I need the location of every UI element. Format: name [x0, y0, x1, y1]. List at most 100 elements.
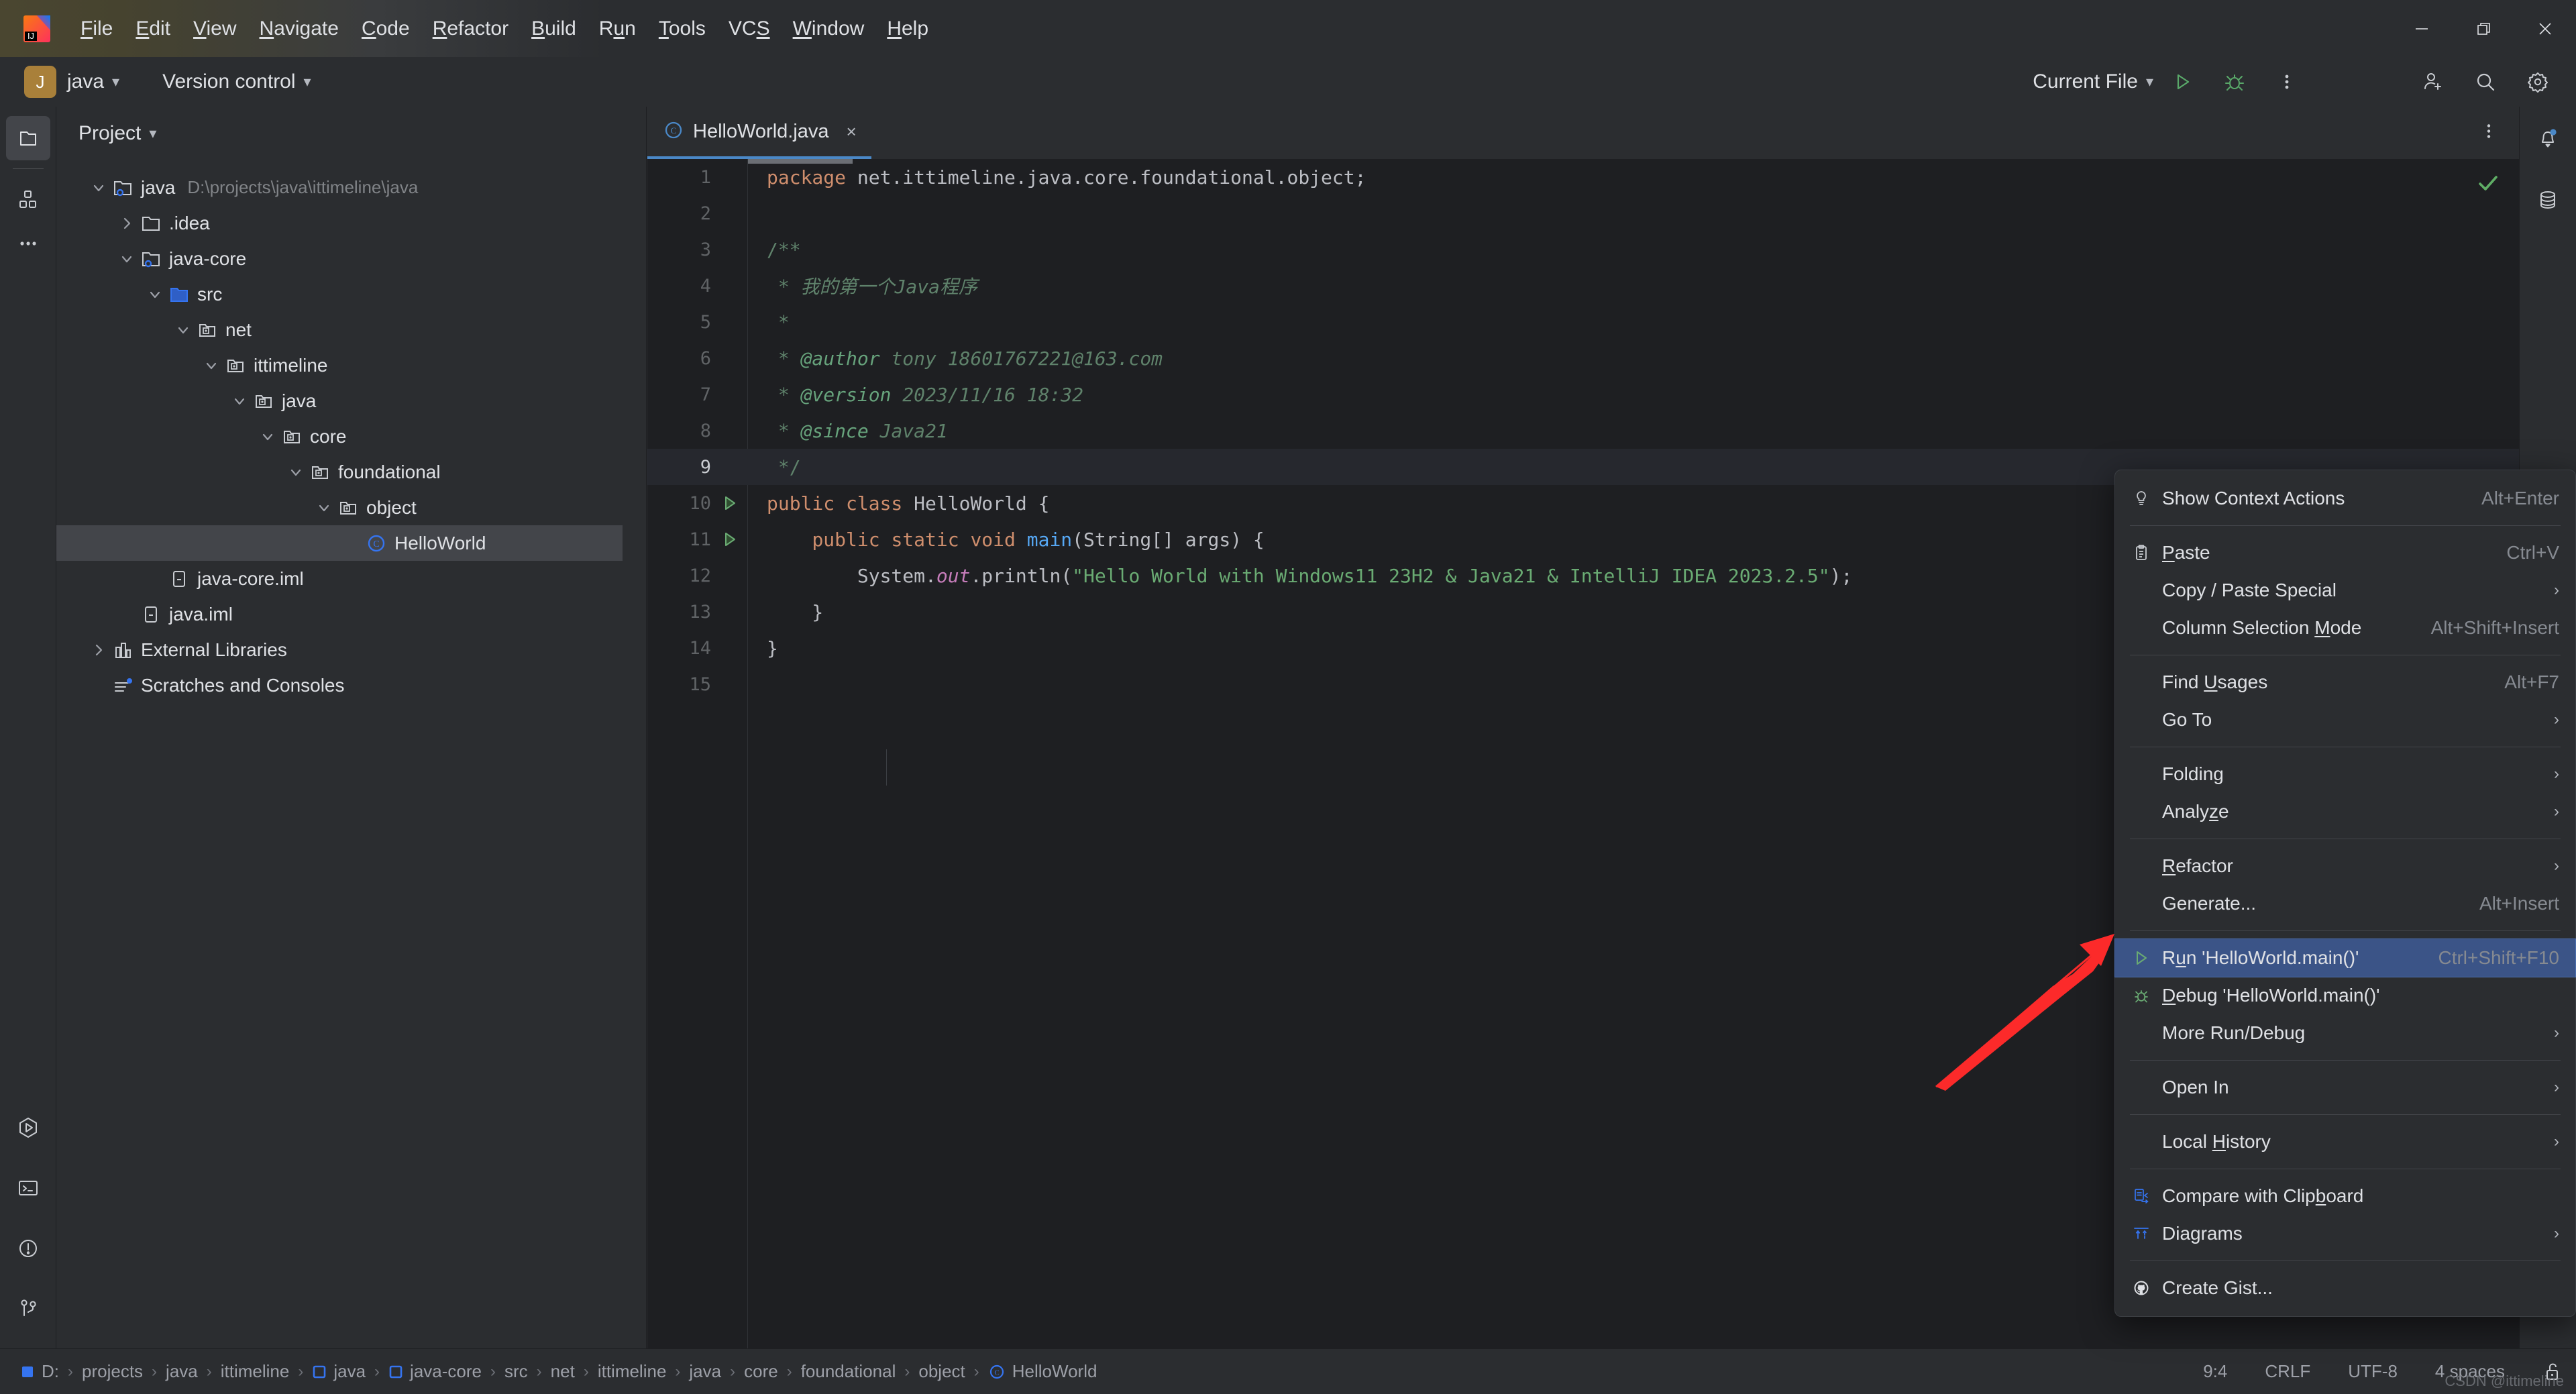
- tree-twisty-open-icon[interactable]: [227, 393, 252, 409]
- context-menu-item-go-to[interactable]: Go To ›: [2115, 701, 2575, 739]
- context-menu-item-find-usages[interactable]: Find Usages Alt+F7: [2115, 663, 2575, 701]
- breadcrumb-item-java-core[interactable]: java-core: [388, 1361, 482, 1382]
- tree-node-helloworld[interactable]: C HelloWorld: [56, 525, 623, 561]
- sidebar-item-run[interactable]: [6, 1106, 50, 1150]
- tree-node--idea[interactable]: .idea: [56, 205, 646, 241]
- settings-button[interactable]: [2512, 57, 2564, 107]
- breadcrumb-item-ittimeline[interactable]: ittimeline: [221, 1361, 290, 1382]
- menu-build[interactable]: Build: [520, 12, 588, 46]
- menu-file[interactable]: File: [69, 12, 124, 46]
- tree-twisty-open-icon[interactable]: [311, 500, 337, 516]
- tree-node-net[interactable]: net: [56, 312, 646, 347]
- context-menu-item-copy-paste-special[interactable]: Copy / Paste Special ›: [2115, 572, 2575, 609]
- code-line-8[interactable]: 8 * @since Java21: [647, 413, 2519, 449]
- tree-node-java[interactable]: java D:\projects\java\ittimeline\java: [56, 170, 646, 205]
- code-line-3[interactable]: 3 /**: [647, 231, 2519, 268]
- breadcrumb-item-core[interactable]: core: [744, 1361, 778, 1382]
- tab-helloworld-java[interactable]: C HelloWorld.java ×: [647, 107, 871, 159]
- breadcrumb-item-object[interactable]: object: [918, 1361, 965, 1382]
- chevron-down-icon[interactable]: ▾: [149, 125, 156, 142]
- context-menu-item-run-helloworld-main[interactable]: Run 'HelloWorld.main()' Ctrl+Shift+F10: [2114, 939, 2576, 977]
- more-actions-button[interactable]: [2261, 57, 2313, 107]
- tree-node-java-core[interactable]: java-core: [56, 241, 646, 276]
- context-menu-item-diagrams[interactable]: Diagrams ›: [2115, 1215, 2575, 1252]
- restore-button[interactable]: [2453, 0, 2514, 57]
- context-menu-item-open-in[interactable]: Open In ›: [2115, 1069, 2575, 1106]
- tree-twisty-open-icon[interactable]: [142, 286, 168, 303]
- tree-twisty-open-icon[interactable]: [255, 429, 280, 445]
- run-button[interactable]: [2156, 57, 2208, 107]
- run-gutter-icon[interactable]: [721, 494, 741, 512]
- menu-vcs[interactable]: VCS: [717, 12, 782, 46]
- code-line-5[interactable]: 5 *: [647, 304, 2519, 340]
- context-menu-item-paste[interactable]: Paste Ctrl+V: [2115, 534, 2575, 572]
- tree-twisty-open-icon[interactable]: [170, 322, 196, 338]
- search-button[interactable]: [2459, 57, 2512, 107]
- minimize-button[interactable]: [2391, 0, 2453, 57]
- menu-tools[interactable]: Tools: [647, 12, 717, 46]
- tree-node-java-core-iml[interactable]: java-core.iml: [56, 561, 646, 596]
- tree-node-core[interactable]: core: [56, 419, 646, 454]
- context-menu-item-create-gist[interactable]: Create Gist...: [2115, 1269, 2575, 1307]
- context-menu-item-generate[interactable]: Generate... Alt+Insert: [2115, 885, 2575, 922]
- code-line-6[interactable]: 6 * @author tony 18601767221@163.com: [647, 340, 2519, 376]
- code-line-1[interactable]: 1 package net.ittimeline.java.core.founda…: [647, 159, 2519, 195]
- context-menu-item-local-history[interactable]: Local History ›: [2115, 1123, 2575, 1161]
- database-button[interactable]: [2526, 178, 2570, 222]
- menu-run[interactable]: Run: [588, 12, 647, 46]
- tree-node-src[interactable]: src: [56, 276, 646, 312]
- tree-twisty-open-icon[interactable]: [199, 358, 224, 374]
- run-configuration-selector[interactable]: Current File ▾: [2015, 70, 2156, 93]
- menu-navigate[interactable]: Navigate: [248, 12, 350, 46]
- tree-node-foundational[interactable]: foundational: [56, 454, 646, 490]
- breadcrumb-item-net[interactable]: net: [551, 1361, 575, 1382]
- debug-button[interactable]: [2208, 57, 2261, 107]
- tree-twisty-closed-icon[interactable]: [114, 215, 140, 231]
- notifications-button[interactable]: [2526, 116, 2570, 160]
- tree-node-object[interactable]: object: [56, 490, 646, 525]
- project-panel-header[interactable]: Project ▾: [56, 107, 646, 160]
- tree-node-external-libraries[interactable]: External Libraries: [56, 632, 646, 667]
- breadcrumb-item-helloworld[interactable]: C HelloWorld: [988, 1361, 1097, 1382]
- sidebar-item-version-control[interactable]: [6, 1287, 50, 1331]
- version-control-widget[interactable]: Version control ▾: [152, 70, 311, 93]
- sidebar-item-terminal[interactable]: [6, 1166, 50, 1210]
- menu-edit[interactable]: Edit: [124, 12, 182, 46]
- breadcrumb-item-src[interactable]: src: [504, 1361, 528, 1382]
- context-menu-item-show-context-actions[interactable]: Show Context Actions Alt+Enter: [2115, 480, 2575, 517]
- sidebar-item-more-tool-windows[interactable]: [6, 221, 50, 266]
- context-menu-item-debug-helloworld-main[interactable]: Debug 'HelloWorld.main()': [2115, 977, 2575, 1014]
- add-user-button[interactable]: [2407, 57, 2459, 107]
- tree-twisty-closed-icon[interactable]: [86, 642, 111, 658]
- breadcrumb-item-java[interactable]: java: [166, 1361, 198, 1382]
- project-selector[interactable]: J java ▾: [0, 66, 119, 98]
- tree-node-java-iml[interactable]: java.iml: [56, 596, 646, 632]
- context-menu-item-folding[interactable]: Folding ›: [2115, 755, 2575, 793]
- breadcrumb-item-foundational[interactable]: foundational: [801, 1361, 896, 1382]
- sidebar-item-commit[interactable]: [6, 177, 50, 221]
- tree-node-java[interactable]: java: [56, 383, 646, 419]
- context-menu-item-refactor[interactable]: Refactor ›: [2115, 847, 2575, 885]
- breadcrumb-item-d[interactable]: D:: [20, 1361, 59, 1382]
- breadcrumb-item-projects[interactable]: projects: [82, 1361, 143, 1382]
- context-menu-item-analyze[interactable]: Analyze ›: [2115, 793, 2575, 830]
- menu-refactor[interactable]: Refactor: [421, 12, 520, 46]
- run-gutter-icon[interactable]: [721, 531, 741, 548]
- tree-twisty-open-icon[interactable]: [283, 464, 309, 480]
- editor-options-button[interactable]: [2479, 121, 2499, 145]
- context-menu-item-compare-with-clipboard[interactable]: Compare with Clipboard: [2115, 1177, 2575, 1215]
- menu-code[interactable]: Code: [350, 12, 421, 46]
- menu-window[interactable]: Window: [782, 12, 876, 46]
- menu-view[interactable]: View: [182, 12, 248, 46]
- line-separator[interactable]: CRLF: [2265, 1361, 2310, 1382]
- sidebar-item-project[interactable]: [5, 116, 50, 160]
- sidebar-item-problems[interactable]: [6, 1226, 50, 1271]
- close-icon[interactable]: ×: [847, 121, 857, 142]
- inspection-ok-icon[interactable]: [2475, 170, 2502, 200]
- breadcrumb-item-ittimeline[interactable]: ittimeline: [598, 1361, 667, 1382]
- code-line-2[interactable]: 2: [647, 195, 2519, 231]
- tree-node-ittimeline[interactable]: ittimeline: [56, 347, 646, 383]
- context-menu-item-column-selection-mode[interactable]: Column Selection Mode Alt+Shift+Insert: [2115, 609, 2575, 647]
- close-button[interactable]: [2514, 0, 2576, 57]
- tree-twisty-open-icon[interactable]: [86, 180, 111, 196]
